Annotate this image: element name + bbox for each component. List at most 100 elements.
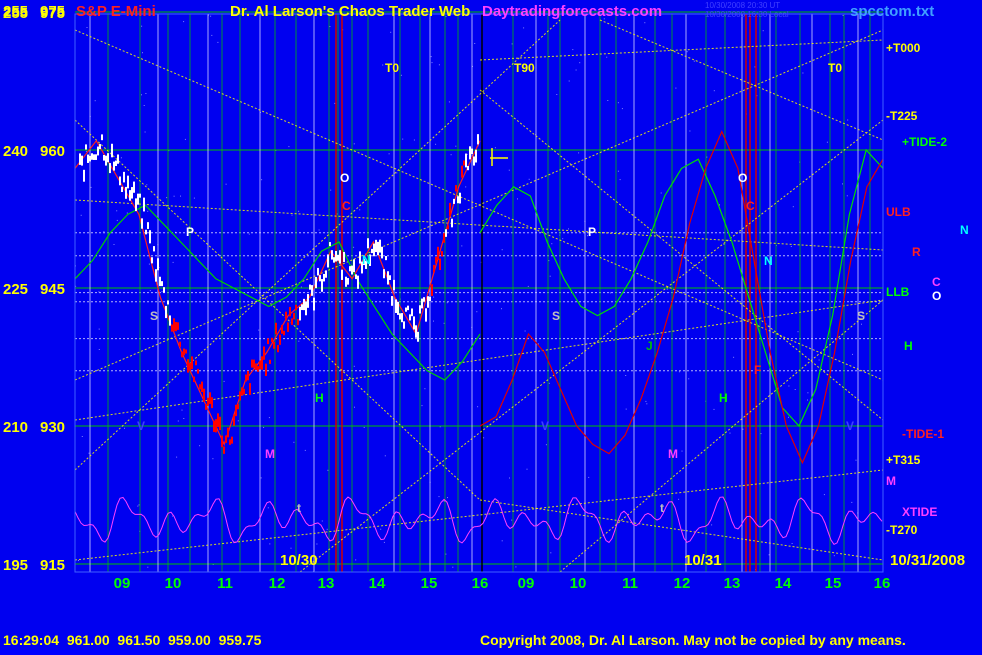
x-tick-label: 09 [518, 575, 535, 592]
star-dot [666, 288, 668, 290]
star-dot [792, 206, 794, 208]
star-dot [144, 131, 146, 133]
star-dot [199, 445, 201, 447]
date-label: 10/30 [280, 552, 318, 569]
star-dot [788, 385, 790, 387]
star-dot [388, 153, 390, 155]
star-dot [645, 400, 647, 402]
x-tick-label: 11 [622, 575, 638, 592]
site-link[interactable]: Daytradingforecasts.com [482, 3, 662, 20]
right-label: -T225 [886, 109, 918, 123]
star-dot [353, 246, 355, 248]
star-dot [551, 243, 553, 245]
star-dot [353, 365, 355, 367]
star-dot [413, 139, 415, 141]
star-dot [98, 328, 100, 330]
marker-label: C [342, 199, 351, 213]
star-dot [688, 378, 690, 380]
marker-label: O [340, 171, 349, 185]
right-label: R [912, 245, 921, 259]
right-label: XTIDE [902, 505, 937, 519]
star-dot [334, 102, 336, 104]
star-dot [355, 559, 357, 561]
y-scale-label: 195 [3, 557, 28, 574]
star-dot [445, 553, 447, 555]
star-dot [568, 228, 569, 230]
timestamp-local: 10/30/2008 16:30 Local [705, 10, 789, 19]
star-dot [802, 72, 804, 74]
star-dot [180, 195, 181, 197]
star-dot [549, 275, 551, 277]
star-dot [103, 231, 105, 233]
star-dot [433, 296, 435, 298]
star-dot [681, 450, 683, 452]
star-dot [511, 43, 513, 45]
star-dot [318, 229, 320, 231]
star-dot [359, 209, 361, 211]
star-dot [210, 15, 212, 17]
right-label: LLB [886, 285, 910, 299]
y-scale-label: 240 [3, 143, 28, 160]
star-dot [223, 380, 225, 382]
star-dot [625, 408, 627, 410]
star-dot [183, 418, 185, 419]
star-dot [116, 210, 118, 212]
star-dot [606, 56, 608, 58]
star-dot [509, 477, 510, 479]
marker-label: t [297, 501, 301, 515]
x-tick-label: 09 [114, 575, 131, 592]
x-tick-label: 13 [724, 575, 741, 592]
star-dot [141, 94, 142, 96]
star-dot [382, 64, 384, 66]
star-dot [515, 566, 517, 568]
marker-label: T0 [385, 61, 399, 75]
star-dot [330, 189, 332, 191]
star-dot [568, 80, 570, 82]
star-dot [833, 555, 835, 557]
star-dot [686, 51, 688, 53]
star-dot [94, 100, 96, 102]
quote-line: 16:29:04 961.00 961.50 959.00 959.75 [3, 632, 262, 648]
star-dot [855, 459, 857, 461]
star-dot [794, 389, 796, 390]
star-dot [430, 56, 432, 58]
marker-label: P [186, 225, 194, 239]
x-tick-label: 16 [472, 575, 489, 592]
x-tick-label: 10 [165, 575, 182, 592]
star-dot [621, 108, 623, 110]
star-dot [675, 87, 677, 89]
star-dot [326, 528, 328, 530]
star-dot [562, 238, 564, 240]
y-scale-label: 210 [3, 419, 28, 436]
star-dot [842, 183, 843, 185]
star-dot [455, 145, 457, 147]
marker-label: C [746, 199, 755, 213]
star-dot [400, 74, 402, 76]
marker-label: M [265, 447, 275, 461]
y-price-label: 945 [40, 281, 65, 298]
star-dot [161, 291, 163, 292]
star-dot [524, 330, 526, 332]
star-dot [288, 146, 290, 148]
star-dot [762, 30, 764, 32]
star-dot [851, 501, 853, 503]
star-dot [184, 138, 186, 140]
x-tick-label: 12 [674, 575, 691, 592]
star-dot [211, 34, 213, 36]
star-dot [438, 64, 440, 66]
star-dot [501, 308, 502, 310]
star-dot [842, 15, 844, 16]
star-dot [431, 62, 433, 64]
star-dot [619, 179, 621, 181]
star-dot [617, 170, 619, 172]
star-dot [212, 458, 214, 460]
star-dot [511, 519, 513, 521]
star-dot [443, 322, 445, 324]
x-tick-label: 16 [874, 575, 891, 592]
star-dot [248, 233, 250, 235]
timestamp-ut: 10/30/2008 20:30 UT [705, 1, 780, 10]
star-dot [237, 420, 239, 422]
star-dot [80, 214, 82, 216]
star-dot [354, 406, 355, 408]
star-dot [290, 547, 292, 549]
